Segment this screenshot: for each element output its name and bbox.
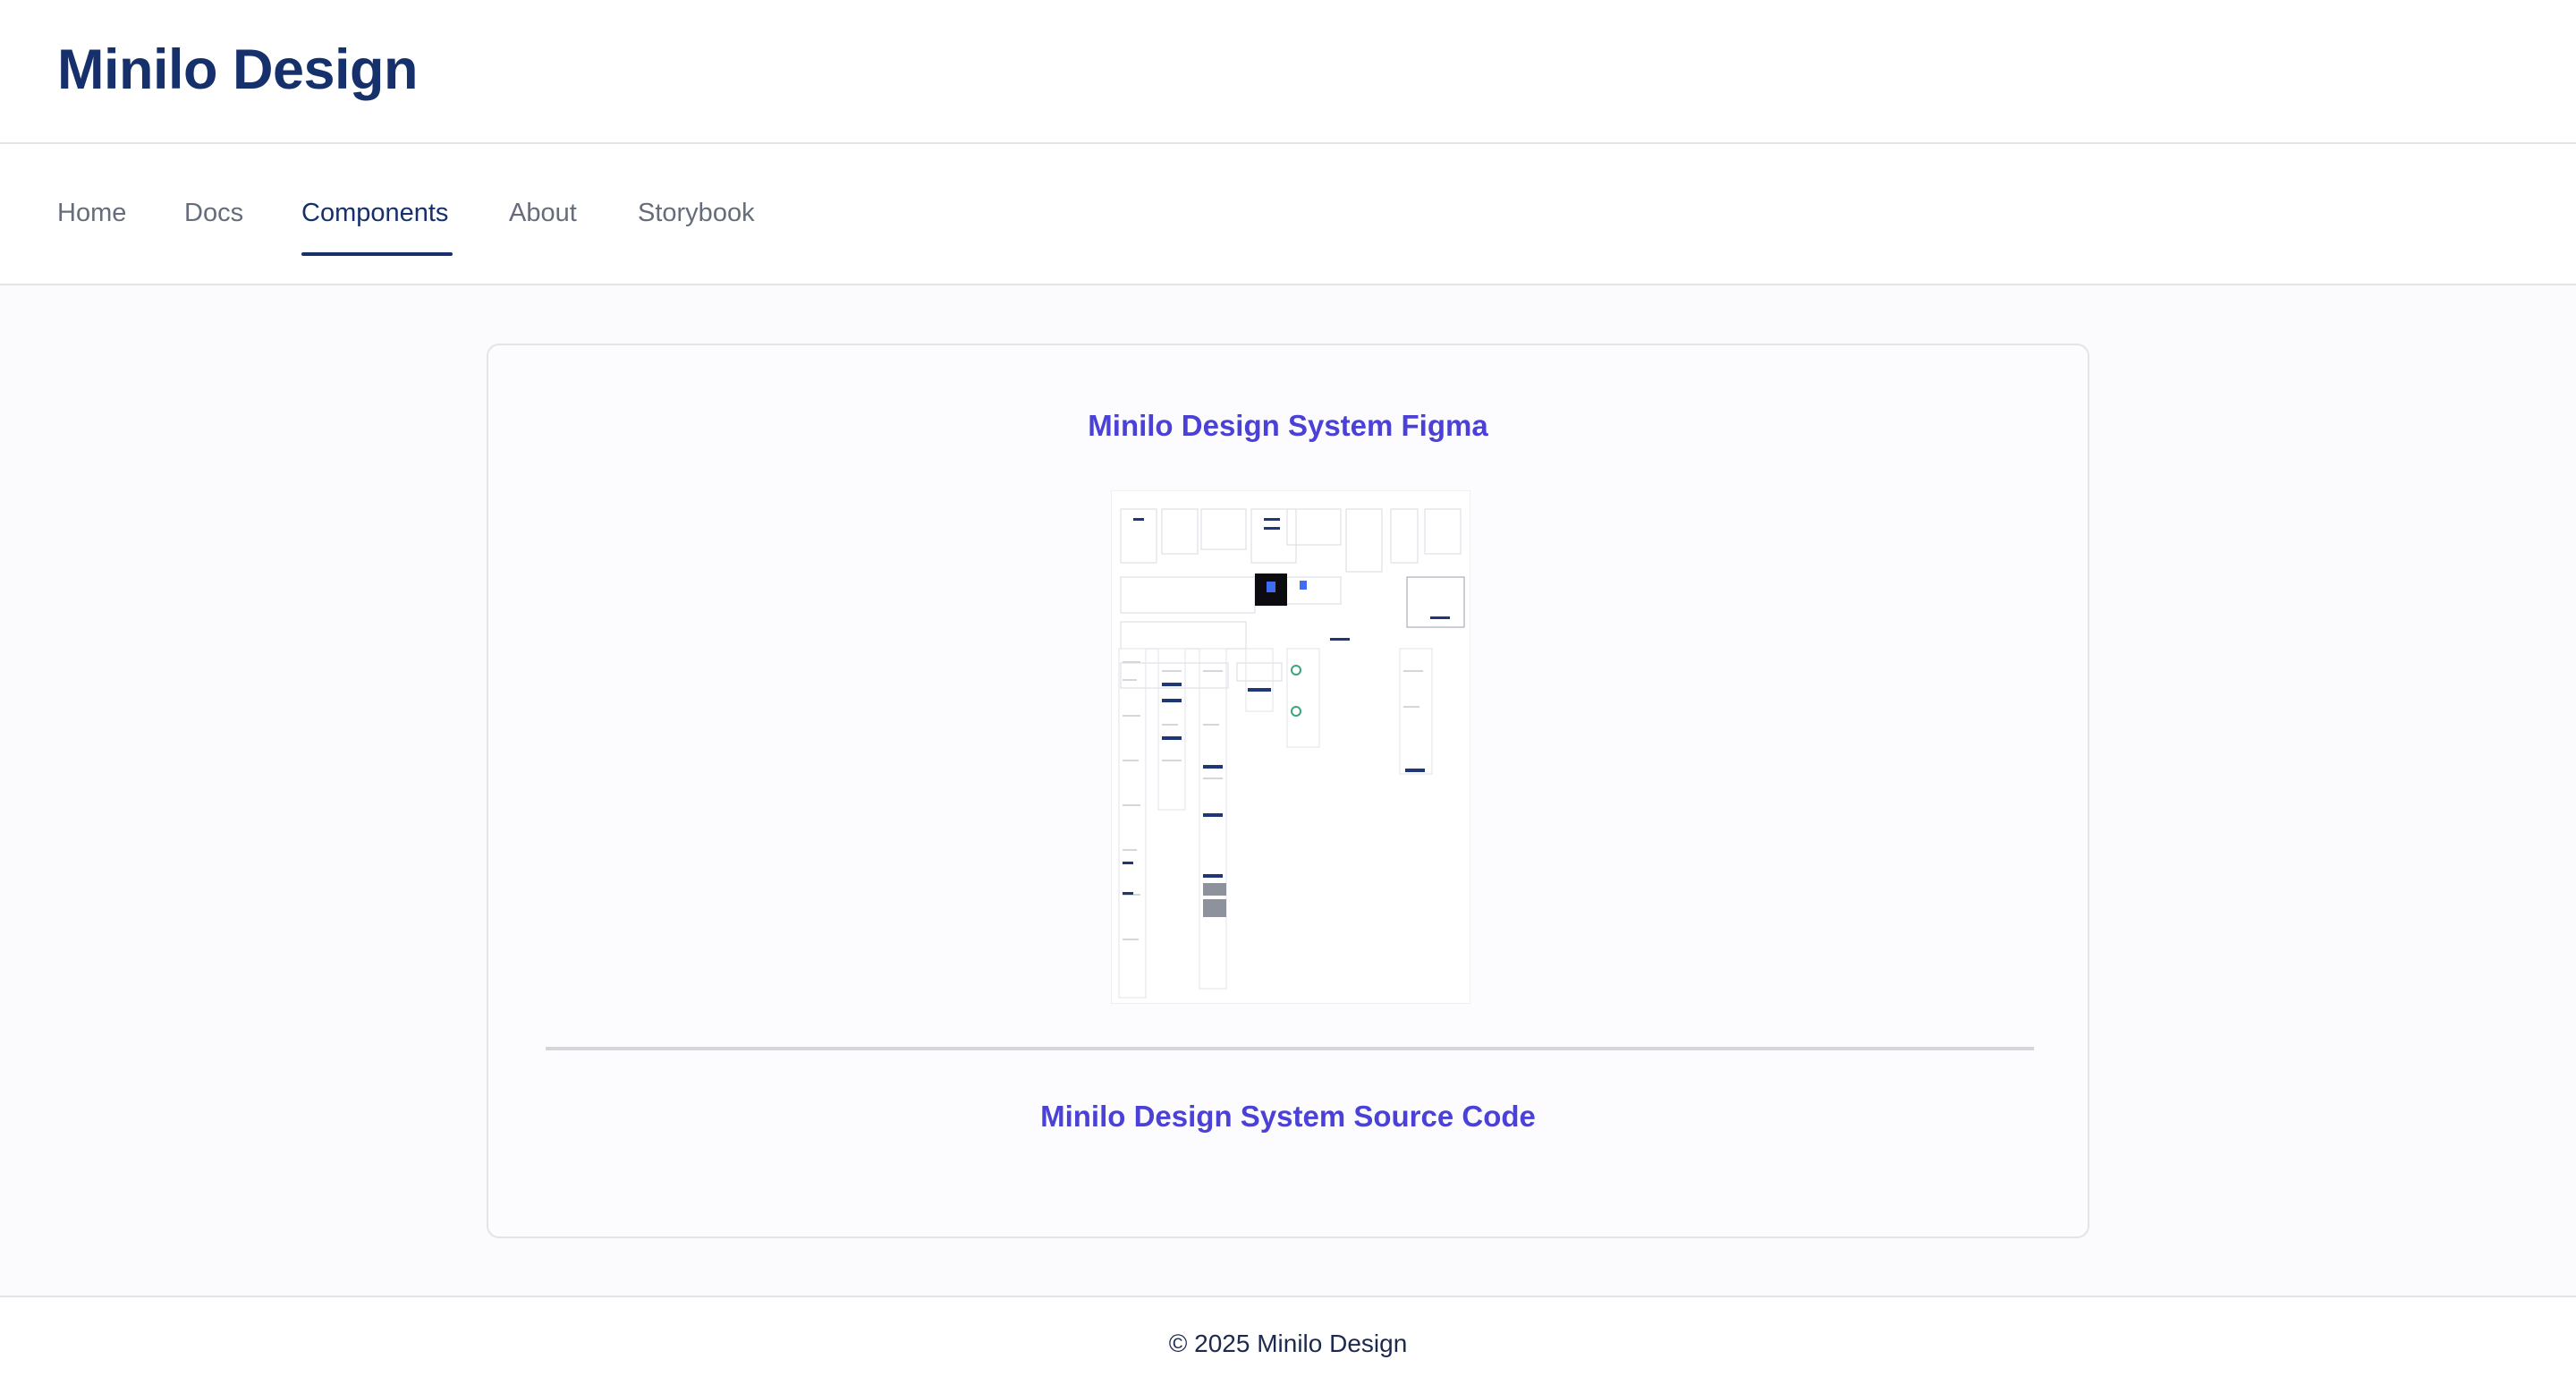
nav-item-storybook[interactable]: Storybook bbox=[638, 194, 755, 232]
figma-preview-artwork bbox=[1112, 491, 1470, 1003]
components-card: Minilo Design System Figma Minilo Design… bbox=[487, 344, 2089, 1238]
figma-preview-image[interactable] bbox=[1111, 490, 1470, 1004]
nav-active-indicator bbox=[301, 252, 453, 256]
main-nav: Home Docs Components About Storybook bbox=[0, 144, 2576, 285]
nav-item-components[interactable]: Components bbox=[301, 194, 448, 232]
source-code-link[interactable]: Minilo Design System Source Code bbox=[488, 1097, 2088, 1136]
site-header: Minilo Design bbox=[0, 0, 2576, 144]
copyright-text: © 2025 Minilo Design bbox=[1168, 1330, 1408, 1357]
nav-item-home[interactable]: Home bbox=[57, 194, 126, 232]
figma-link[interactable]: Minilo Design System Figma bbox=[488, 406, 2088, 446]
section-divider bbox=[546, 1047, 2034, 1050]
site-footer: © 2025 Minilo Design bbox=[0, 1296, 2576, 1385]
nav-item-about[interactable]: About bbox=[509, 194, 577, 232]
site-title[interactable]: Minilo Design bbox=[57, 34, 419, 106]
nav-item-docs[interactable]: Docs bbox=[184, 194, 243, 232]
